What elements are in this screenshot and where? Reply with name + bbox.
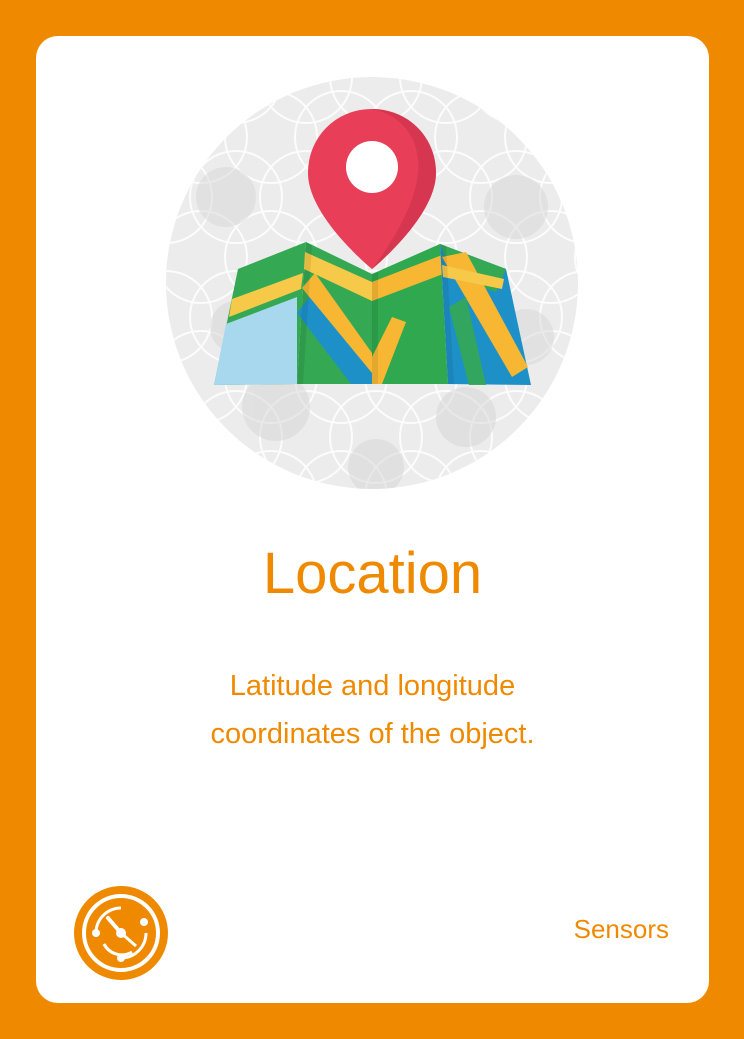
category-label: Sensors bbox=[573, 914, 669, 944]
card: Location Latitude and longitude coordina… bbox=[36, 36, 709, 1003]
card-description: Latitude and longitude coordinates of th… bbox=[136, 662, 609, 758]
card-title: Location bbox=[262, 541, 483, 606]
sensor-radar-icon bbox=[74, 886, 168, 980]
location-illustration bbox=[166, 77, 578, 489]
description-line-2: coordinates of the object. bbox=[210, 718, 535, 750]
map-pin-icon bbox=[166, 77, 578, 489]
description-line-1: Latitude and longitude bbox=[229, 670, 516, 702]
